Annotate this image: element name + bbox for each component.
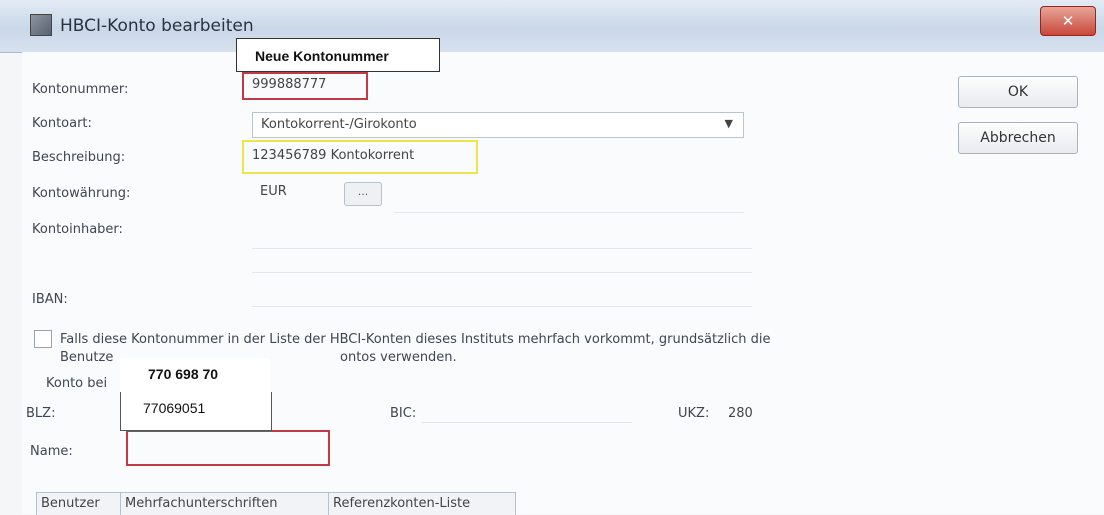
tab-mehrfachunterschriften[interactable]: Mehrfachunterschriften bbox=[120, 492, 330, 515]
multiple-account-checkbox[interactable] bbox=[34, 330, 52, 348]
blz-old-value: 77069051 bbox=[143, 400, 206, 416]
ukz-value: 280 bbox=[728, 406, 753, 421]
konto-bei-label: Konto bei bbox=[46, 376, 108, 391]
blz-new-overlay: 770 698 70 bbox=[120, 358, 270, 392]
close-button[interactable]: ✕ bbox=[1040, 6, 1096, 36]
beschreibung-input[interactable]: 123456789 Kontokorrent bbox=[252, 148, 414, 163]
kontoart-value: Kontokorrent-/Girokonto bbox=[261, 117, 417, 132]
kontowaehrung-label: Kontowährung: bbox=[32, 186, 131, 201]
beschreibung-label: Beschreibung: bbox=[32, 150, 126, 165]
checkbox-text-line1: Falls diese Kontonummer in der Liste der… bbox=[60, 332, 771, 347]
name-label: Name: bbox=[30, 444, 73, 459]
kontoinhaber-field-1[interactable] bbox=[252, 248, 752, 249]
blz-old-overlay: 77069051 bbox=[120, 392, 272, 431]
title-bar: HBCI-Konto bearbeiten ✕ bbox=[0, 0, 1104, 53]
blz-new-value: 770 698 70 bbox=[148, 366, 219, 382]
chevron-down-icon: ▼ bbox=[724, 117, 733, 130]
dialog-body: Kontonummer: 999888777 Kontoart: Kontoko… bbox=[22, 52, 1104, 515]
kontonummer-label: Kontonummer: bbox=[32, 82, 129, 97]
kontoinhaber-field-2[interactable] bbox=[252, 272, 752, 273]
kontoart-select[interactable]: Kontokorrent-/Girokonto ▼ bbox=[252, 112, 744, 138]
checkbox-text-line2-end: ontos verwenden. bbox=[340, 350, 457, 365]
kontonummer-input[interactable]: 999888777 bbox=[252, 77, 326, 92]
ukz-label: UKZ: bbox=[678, 406, 710, 421]
kontoinhaber-label: Kontoinhaber: bbox=[32, 222, 123, 237]
checkbox-text-line2-start: Benutze bbox=[60, 350, 114, 365]
kontoart-label: Kontoart: bbox=[32, 116, 92, 131]
cancel-button[interactable]: Abbrechen bbox=[958, 122, 1078, 154]
bic-field[interactable] bbox=[422, 422, 632, 423]
iban-field[interactable] bbox=[252, 306, 752, 307]
kontowaehrung-value: EUR bbox=[260, 184, 287, 199]
name-input[interactable] bbox=[126, 430, 330, 466]
tab-referenzkonten-liste[interactable]: Referenzkonten-Liste bbox=[328, 492, 516, 515]
iban-label: IBAN: bbox=[32, 292, 68, 307]
bic-label: BIC: bbox=[390, 406, 417, 421]
tab-benutzer[interactable]: Benutzer bbox=[36, 492, 122, 515]
currency-select-button[interactable]: ... bbox=[344, 182, 382, 206]
faded-field bbox=[394, 212, 744, 213]
ok-button[interactable]: OK bbox=[958, 76, 1078, 108]
blz-label: BLZ: bbox=[26, 406, 56, 421]
window-title: HBCI-Konto bearbeiten bbox=[60, 16, 254, 36]
app-icon bbox=[30, 14, 52, 36]
new-account-number-callout: Neue Kontonummer bbox=[236, 38, 440, 72]
